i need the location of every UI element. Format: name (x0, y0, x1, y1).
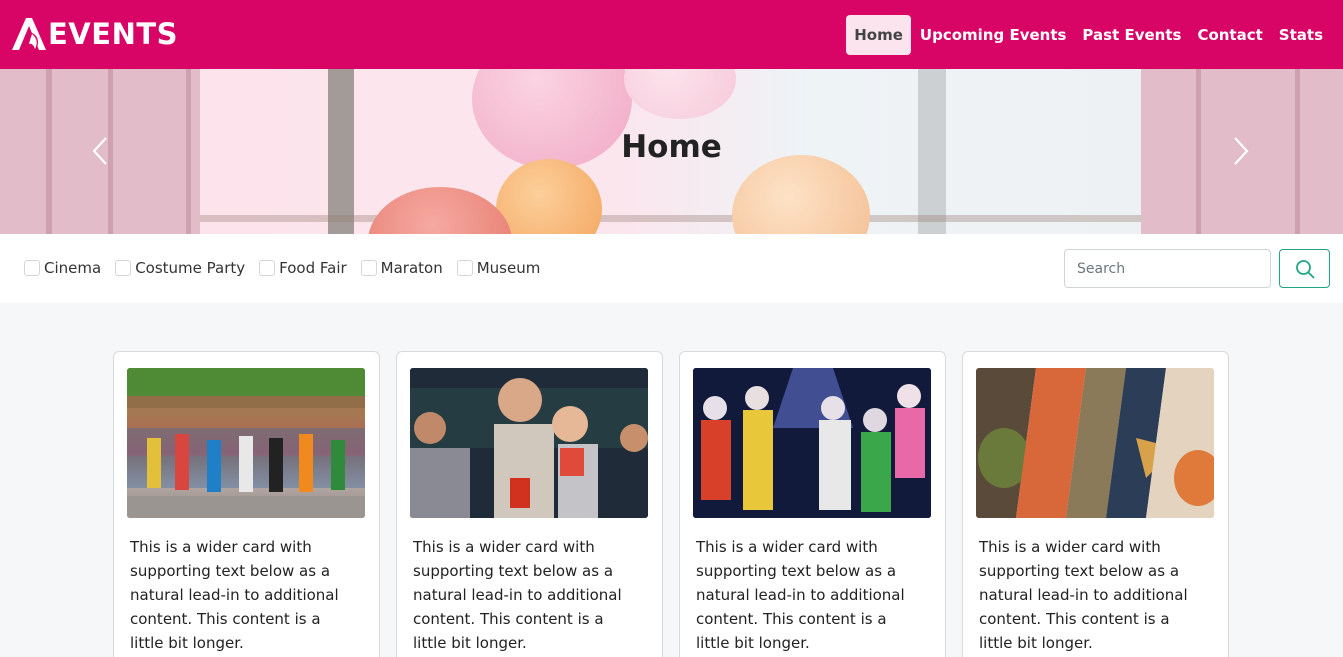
checkbox[interactable] (24, 260, 40, 276)
carousel-next-button[interactable] (1229, 131, 1253, 171)
nav-contact[interactable]: Contact (1189, 15, 1270, 55)
filter-bar: Cinema Costume Party Food Fair Maraton M… (0, 234, 1343, 303)
event-cards: This is a wider card with supporting tex… (113, 351, 1245, 657)
filter-food-fair[interactable]: Food Fair (259, 259, 347, 277)
nav-stats[interactable]: Stats (1271, 15, 1331, 55)
card-text: This is a wider card with supporting tex… (696, 538, 905, 652)
filter-label: Maraton (380, 259, 443, 277)
search-input[interactable] (1064, 249, 1271, 288)
marathon-runners-picture (127, 368, 365, 518)
chevron-right-icon (1234, 137, 1249, 165)
card-text: This is a wider card with supporting tex… (413, 538, 622, 652)
category-filters: Cinema Costume Party Food Fair Maraton M… (24, 259, 554, 277)
filter-label: Museum (476, 259, 541, 277)
filter-label: Costume Party (135, 259, 246, 277)
filter-cinema[interactable]: Cinema (24, 259, 101, 277)
brand-logo[interactable]: EVENTS (10, 14, 178, 54)
search-icon (1295, 259, 1314, 278)
search-button[interactable] (1279, 249, 1330, 288)
event-card[interactable]: This is a wider card with supporting tex… (113, 351, 380, 657)
filter-costume-party[interactable]: Costume Party (115, 259, 245, 277)
page-title: Home (621, 129, 722, 165)
nav-past-events[interactable]: Past Events (1074, 15, 1189, 55)
event-card[interactable]: This is a wider card with supporting tex… (679, 351, 946, 657)
chevron-left-icon (92, 137, 107, 165)
carousel-prev-button[interactable] (88, 131, 112, 171)
card-text: This is a wider card with supporting tex… (130, 538, 339, 652)
checkbox[interactable] (456, 260, 473, 276)
cinema-audience-picture (410, 368, 648, 518)
checkbox[interactable] (259, 260, 276, 276)
nav-home[interactable]: Home (846, 15, 911, 55)
window-sill (200, 215, 1141, 222)
nav-upcoming-events[interactable]: Upcoming Events (912, 15, 1075, 55)
costume-party-picture (693, 368, 931, 518)
event-card[interactable]: This is a wider card with supporting tex… (962, 351, 1229, 657)
top-navbar: EVENTS Home Upcoming Events Past Events … (0, 0, 1343, 69)
hero-carousel: Home (0, 69, 1343, 234)
card-image-food-fair (976, 368, 1214, 518)
brand-name: EVENTS (48, 17, 179, 51)
card-image-cinema (410, 368, 648, 518)
food-fair-picture (976, 368, 1214, 518)
filter-maraton[interactable]: Maraton (360, 259, 443, 277)
event-card[interactable]: This is a wider card with supporting tex… (396, 351, 663, 657)
card-image-marathon (127, 368, 365, 518)
checkbox[interactable] (115, 260, 132, 276)
main-nav: Home Upcoming Events Past Events Contact… (846, 15, 1331, 55)
filter-label: Cinema (44, 259, 102, 277)
filter-museum[interactable]: Museum (456, 259, 541, 277)
card-image-costume-party (693, 368, 931, 518)
filter-label: Food Fair (279, 259, 347, 277)
card-text: This is a wider card with supporting tex… (979, 538, 1188, 652)
checkbox[interactable] (360, 260, 377, 276)
logo-icon (12, 18, 46, 50)
